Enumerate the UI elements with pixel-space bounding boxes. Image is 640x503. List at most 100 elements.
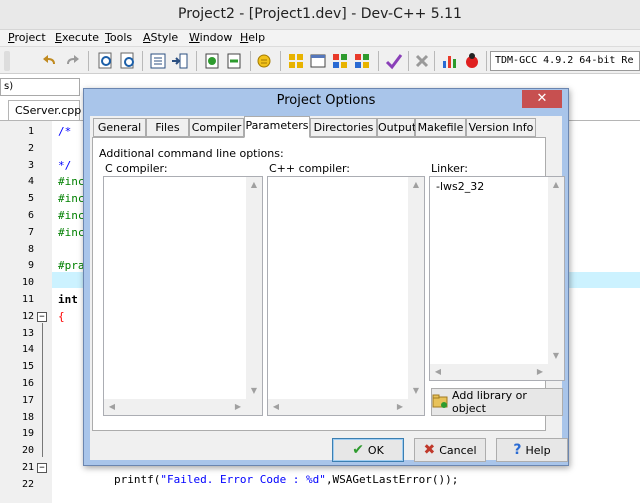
line-number: 1 <box>27 126 34 137</box>
dialog-body: General Files Compiler Parameters Directorie… <box>90 116 568 462</box>
menubar: Project Execute Tools AStyle Window Help <box>0 30 640 46</box>
tab-directories[interactable]: Directories <box>310 118 377 137</box>
code-line: #inc <box>58 175 85 189</box>
stop-icon[interactable] <box>412 51 432 71</box>
code-line-printf: printf("Failed. Error Code : %d",WSAGetL… <box>114 473 459 486</box>
tab-version-info[interactable]: Version Info <box>466 118 536 137</box>
toolbar-grip <box>4 51 10 71</box>
menu-help[interactable]: Help <box>240 31 265 44</box>
cpp-compiler-vscroll[interactable]: ▲ ▼ <box>408 177 424 399</box>
project-options-dialog: Project Options ✕ General Files Compiler Pa… <box>83 88 569 466</box>
line-number: 10 <box>21 277 34 289</box>
debug-icon[interactable] <box>462 51 482 71</box>
compile-run-icon[interactable] <box>330 51 350 71</box>
scroll-left-icon[interactable]: ◀ <box>268 399 284 415</box>
scroll-down-icon[interactable]: ▼ <box>408 383 424 399</box>
tab-files[interactable]: Files <box>146 118 189 137</box>
fold-toggle-icon[interactable]: − <box>37 463 47 473</box>
window-titlebar: Project2 - [Project1.dev] - Dev-C++ 5.11 <box>0 0 640 30</box>
cancel-button[interactable]: ✖ Cancel <box>414 438 486 462</box>
scroll-left-icon[interactable]: ◀ <box>430 364 446 380</box>
linker-vscroll[interactable]: ▲ ▼ <box>548 177 564 364</box>
menu-window[interactable]: Window <box>189 31 232 44</box>
menu-tools[interactable]: Tools <box>105 31 132 44</box>
add-file-icon[interactable] <box>202 51 222 71</box>
class-combo[interactable]: s) <box>0 78 80 96</box>
toolbar: TDM-GCC 4.9.2 64-bit Re <box>0 46 640 74</box>
menu-project[interactable]: Project <box>8 31 46 44</box>
code-line: */ <box>58 158 72 172</box>
compile-icon[interactable] <box>286 51 306 71</box>
tab-parameters[interactable]: Parameters <box>244 116 310 138</box>
line-number: 12 <box>21 310 34 322</box>
help-button[interactable]: ? Help <box>496 438 568 462</box>
c-compiler-text <box>104 177 262 181</box>
line-number: 13 <box>21 327 34 339</box>
tab-makefile[interactable]: Makefile <box>415 118 466 137</box>
cpp-compiler-hscroll[interactable]: ◀ ▶ <box>268 399 408 415</box>
folder-library-icon <box>432 393 448 412</box>
undo-icon[interactable] <box>40 51 60 71</box>
check-syntax-icon[interactable] <box>384 51 404 71</box>
c-compiler-textbox[interactable]: ▲ ▼ ◀ ▶ <box>103 176 263 416</box>
parameters-panel: Additional command line options: C compi… <box>92 137 565 431</box>
code-line: #inc <box>58 209 85 222</box>
line-number: 16 <box>21 378 34 389</box>
line-number: 20 <box>21 445 34 457</box>
code-line: /* <box>58 125 72 138</box>
fold-toggle-icon[interactable]: − <box>37 311 47 322</box>
scroll-down-icon[interactable]: ▼ <box>246 383 262 399</box>
scroll-left-icon[interactable]: ◀ <box>104 399 120 415</box>
file-tab-cserver[interactable]: CServer.cpp <box>8 100 81 120</box>
code-line: int <box>58 293 78 306</box>
line-number: 9 <box>27 260 34 272</box>
ok-label: OK <box>367 443 384 457</box>
cpp-compiler-textbox[interactable]: ▲ ▼ ◀ ▶ <box>267 176 425 416</box>
linker-textbox[interactable]: -lws2_32 ▲ ▼ ◀ ▶ <box>429 176 565 381</box>
class-browser-icon[interactable] <box>254 51 274 71</box>
chart-icon[interactable] <box>440 51 460 71</box>
run-icon[interactable] <box>308 51 328 71</box>
help-question-icon: ? <box>513 442 522 458</box>
linker-hscroll[interactable]: ◀ ▶ <box>430 364 548 380</box>
cpp-compiler-label: C++ compiler: <box>269 162 351 175</box>
c-compiler-vscroll[interactable]: ▲ ▼ <box>246 177 262 399</box>
scroll-right-icon[interactable]: ▶ <box>230 399 246 415</box>
linker-label: Linker: <box>431 162 468 175</box>
window-title: Project2 - [Project1.dev] - Dev-C++ 5.11 <box>178 6 462 22</box>
code-line: #pra <box>58 259 85 273</box>
scroll-down-icon[interactable]: ▼ <box>548 348 564 364</box>
scroll-right-icon[interactable]: ▶ <box>532 364 548 380</box>
compiler-select[interactable]: TDM-GCC 4.9.2 64-bit Re <box>490 51 640 71</box>
cancel-x-icon: ✖ <box>423 442 436 458</box>
tab-compiler[interactable]: Compiler <box>189 118 244 137</box>
menu-execute[interactable]: Execute <box>55 31 99 44</box>
menu-astyle[interactable]: AStyle <box>143 31 178 44</box>
close-icon[interactable]: ✕ <box>522 90 562 108</box>
goto-icon[interactable] <box>170 51 190 71</box>
scroll-up-icon[interactable]: ▲ <box>548 177 564 193</box>
remove-file-icon[interactable] <box>224 51 244 71</box>
ok-button[interactable]: ✔ OK <box>332 438 404 462</box>
c-compiler-hscroll[interactable]: ◀ ▶ <box>104 399 246 415</box>
line-number: 18 <box>21 411 34 423</box>
line-number: 22 <box>21 478 34 490</box>
scroll-right-icon[interactable]: ▶ <box>392 399 408 415</box>
scroll-up-icon[interactable]: ▲ <box>408 177 424 193</box>
scroll-up-icon[interactable]: ▲ <box>246 177 262 193</box>
redo-icon[interactable] <box>62 51 82 71</box>
line-number: 2 <box>27 142 34 154</box>
line-number: 15 <box>21 361 34 373</box>
line-number: 14 <box>21 344 34 356</box>
indent-icon[interactable] <box>148 51 168 71</box>
replace-icon[interactable] <box>118 51 138 71</box>
tab-output[interactable]: Output <box>377 118 416 137</box>
line-number: 8 <box>27 243 34 255</box>
rebuild-icon[interactable] <box>352 51 372 71</box>
line-number: 7 <box>27 226 34 238</box>
code-line: #inc <box>58 192 85 206</box>
line-number: 17 <box>21 394 34 406</box>
add-library-button[interactable]: Add library or object <box>431 388 563 416</box>
tab-general[interactable]: General <box>93 118 146 137</box>
find-icon[interactable] <box>96 51 116 71</box>
